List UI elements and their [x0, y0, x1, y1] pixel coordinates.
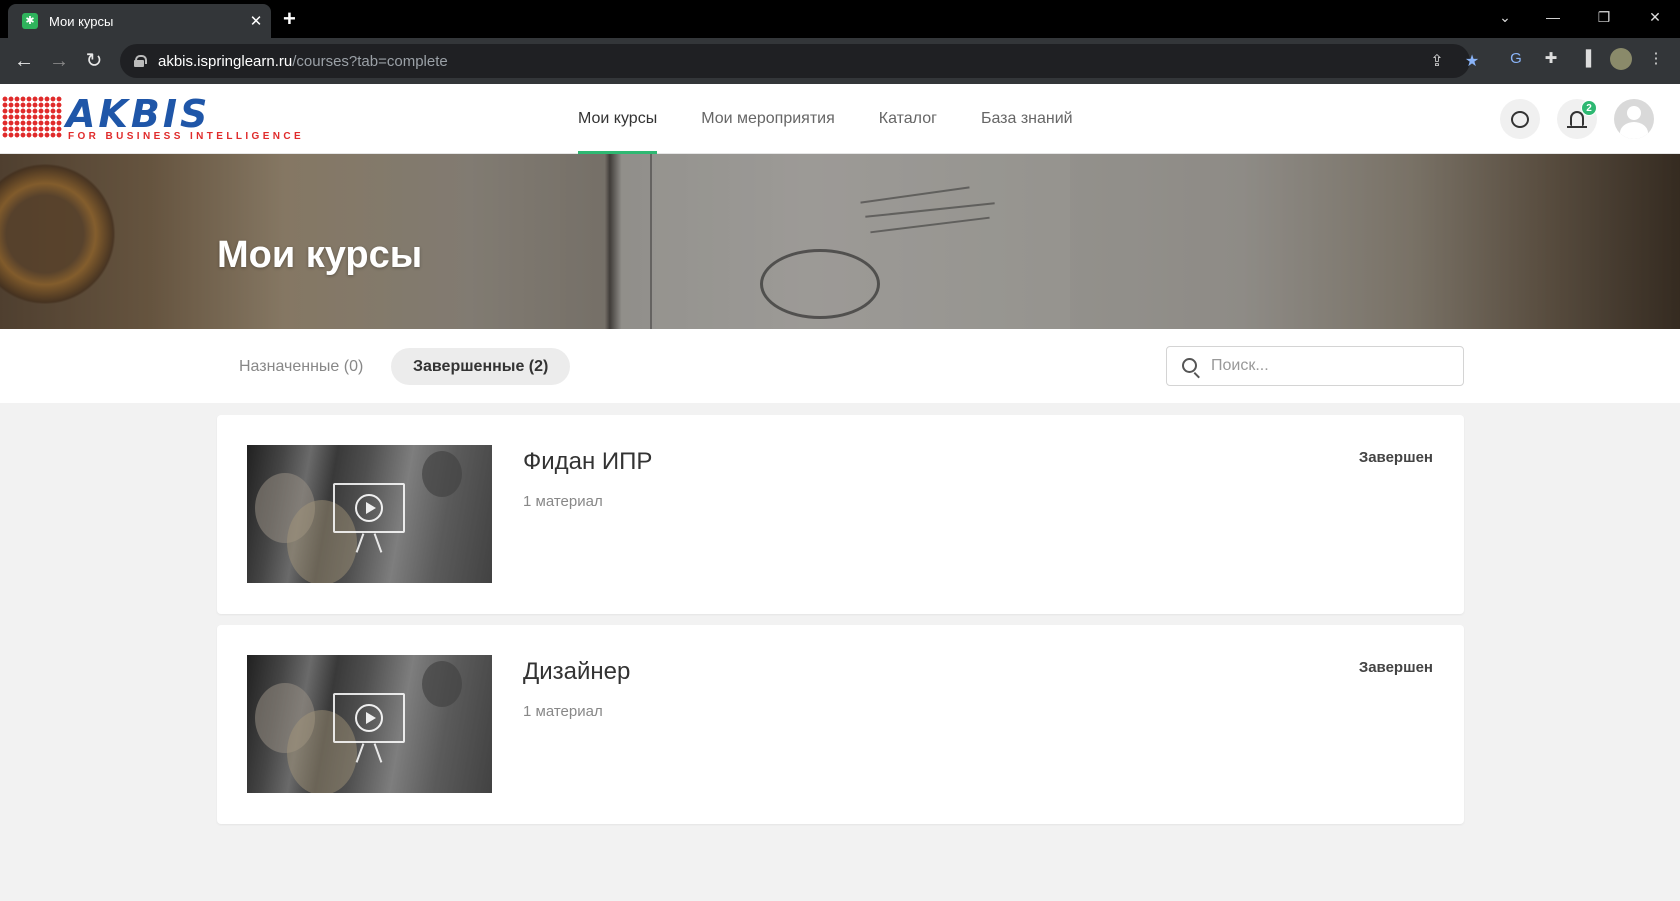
share-icon[interactable]: ⇪ — [1427, 52, 1447, 72]
site-header: AKBIS FOR BUSINESS INTELLIGENCE Мои курс… — [0, 84, 1680, 154]
main-nav: Мои курсы Мои мероприятия Каталог База з… — [578, 84, 1117, 154]
chat-button[interactable] — [1500, 99, 1540, 139]
tab-assigned[interactable]: Назначенные (0) — [217, 348, 385, 385]
side-panel-icon[interactable]: ▐ — [1575, 48, 1597, 70]
course-title[interactable]: Дизайнер — [523, 658, 630, 686]
bookmark-star-icon[interactable]: ★ — [1462, 52, 1482, 72]
user-avatar-icon — [1627, 106, 1641, 120]
close-window-icon[interactable]: ✕ — [1640, 6, 1670, 28]
lock-icon[interactable] — [134, 55, 147, 67]
restore-icon[interactable]: ❐ — [1589, 6, 1619, 28]
course-card[interactable]: Фидан ИПР 1 материал Завершен — [217, 415, 1464, 614]
browser-tab[interactable]: ✱ Мои курсы ✕ — [8, 4, 271, 38]
course-status: Завершен — [1358, 449, 1433, 466]
akbis-logo[interactable]: AKBIS FOR BUSINESS INTELLIGENCE — [2, 92, 301, 142]
search-box[interactable] — [1166, 346, 1464, 386]
user-avatar[interactable] — [1614, 99, 1654, 139]
play-icon — [355, 494, 383, 522]
new-tab-icon[interactable]: + — [283, 7, 296, 31]
profile-avatar-icon[interactable] — [1610, 48, 1632, 70]
search-input[interactable] — [1211, 347, 1451, 385]
tab-completed[interactable]: Завершенные (2) — [391, 348, 571, 385]
chat-bubble-icon — [1511, 110, 1529, 128]
browser-menu-icon[interactable]: ⋮ — [1645, 48, 1667, 70]
filter-bar: Назначенные (0) Завершенные (2) — [0, 329, 1680, 403]
user-avatar-body — [1620, 122, 1648, 139]
minimize-icon[interactable]: — — [1538, 6, 1568, 28]
page-title: Мои курсы — [217, 234, 423, 276]
translate-extension-icon[interactable]: G — [1505, 48, 1527, 70]
close-tab-icon[interactable]: ✕ — [241, 14, 271, 29]
course-title[interactable]: Фидан ИПР — [523, 448, 652, 476]
extensions-puzzle-icon[interactable]: ✚ — [1540, 48, 1562, 70]
notification-badge: 2 — [1581, 100, 1597, 116]
notifications-button[interactable]: 2 — [1557, 99, 1597, 139]
logo-dots-icon — [2, 96, 62, 138]
tab-search-chevron-icon[interactable]: ⌄ — [1490, 6, 1520, 28]
course-thumbnail[interactable] — [247, 445, 492, 583]
forward-arrow-icon[interactable]: → — [46, 48, 72, 74]
nav-my-events[interactable]: Мои мероприятия — [701, 84, 835, 154]
logo-tagline: FOR BUSINESS INTELLIGENCE — [68, 131, 305, 142]
course-card[interactable]: Дизайнер 1 материал Завершен — [217, 625, 1464, 824]
course-materials-count: 1 материал — [523, 703, 603, 720]
course-thumbnail[interactable] — [247, 655, 492, 793]
nav-knowledge-base[interactable]: База знаний — [981, 84, 1073, 154]
nav-my-courses[interactable]: Мои курсы — [578, 84, 658, 154]
ispring-favicon-icon: ✱ — [22, 13, 38, 29]
address-bar[interactable]: akbis.ispringlearn.ru/courses?tab=comple… — [120, 44, 1479, 78]
url-host: akbis.ispringlearn.ru — [158, 52, 293, 70]
browser-toolbar: ← → ↻ akbis.ispringlearn.ru/courses?tab=… — [0, 38, 1680, 84]
play-icon — [355, 704, 383, 732]
search-icon — [1182, 358, 1197, 373]
nav-catalog[interactable]: Каталог — [879, 84, 937, 154]
back-arrow-icon[interactable]: ← — [11, 48, 37, 74]
course-status: Завершен — [1358, 659, 1433, 676]
reload-icon[interactable]: ↻ — [81, 48, 107, 74]
hero-banner: Мои курсы — [0, 154, 1680, 329]
course-materials-count: 1 материал — [523, 493, 603, 510]
logo-name: AKBIS — [66, 92, 211, 136]
browser-tab-title: Мои курсы — [49, 13, 114, 29]
url-path: /courses?tab=complete — [292, 52, 448, 70]
browser-tab-bar: ✱ Мои курсы ✕ + ⌄ — ❐ ✕ — [0, 0, 1680, 38]
